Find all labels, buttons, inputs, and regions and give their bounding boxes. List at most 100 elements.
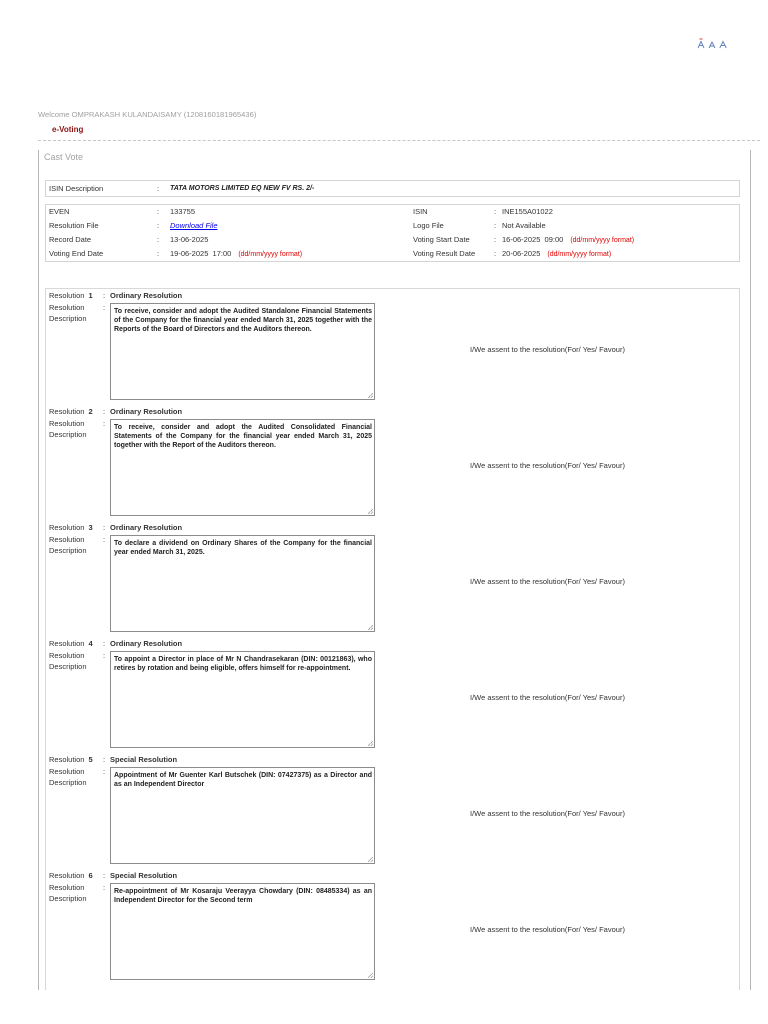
voting-start-date-value: 16-06-2025 09:00 <box>502 235 564 244</box>
isin-value: INE155A01022 <box>502 207 553 216</box>
resolution-description-textarea[interactable]: Appointment of Mr Guenter Karl Butschek … <box>110 767 375 864</box>
text-size-increase-icon[interactable] <box>719 38 727 49</box>
resolution-label-text: Resolution <box>49 871 85 880</box>
download-file-link[interactable]: Download File <box>170 219 218 233</box>
resolution-label-text: Resolution <box>49 523 85 532</box>
assent-option-label: I/We assent to the resolution(For/ Yes/ … <box>470 809 625 818</box>
isin-description-colon: : <box>157 184 160 193</box>
resolution-block: Resolution 4 : Ordinary Resolution Resolu… <box>46 639 739 755</box>
details-row: Record Date : 13-06-2025 Voting Start Da… <box>46 233 739 247</box>
even-colon: : <box>157 207 160 216</box>
isin-description-value: TATA MOTORS LIMITED EQ NEW FV RS. 2/- <box>170 185 315 192</box>
resolution-number: 4 <box>88 639 93 648</box>
resolution-number: 6 <box>88 871 93 880</box>
isin-description-box: ISIN Description : TATA MOTORS LIMITED E… <box>45 180 740 197</box>
logo-file-label: Logo File <box>413 221 444 230</box>
assent-option-label: I/We assent to the resolution(For/ Yes/ … <box>470 345 625 354</box>
resolution-type: Ordinary Resolution <box>110 407 183 416</box>
logo-file-value: Not Available <box>502 221 546 230</box>
resolution-block: Resolution 3 : Ordinary Resolution Resolu… <box>46 523 739 639</box>
assent-option-label: I/We assent to the resolution(For/ Yes/ … <box>470 925 625 934</box>
record-date-value: 13-06-2025 <box>170 235 209 244</box>
resolution-label: Resolution 6 <box>49 871 93 881</box>
resolutions-list: Resolution 1 : Ordinary Resolution Resolu… <box>45 288 740 990</box>
resolution-description-textarea[interactable]: To declare a dividend on Ordinary Shares… <box>110 535 375 632</box>
voting-start-date: 16-06-2025 09:00 (dd/mm/yyyy format) <box>502 233 634 248</box>
resolution-description-colon: : <box>103 303 106 312</box>
voting-result-date-label: Voting Result Date <box>413 249 476 258</box>
resolution-type-colon: : <box>103 639 106 648</box>
resolution-block: Resolution 5 : Special Resolution Resolut… <box>46 755 739 871</box>
isin-description-label: ISIN Description <box>49 184 104 193</box>
assent-option-label: I/We assent to the resolution(For/ Yes/ … <box>470 577 625 586</box>
resolution-type-colon: : <box>103 407 106 416</box>
resolution-description-label: Resolution Description <box>49 883 87 903</box>
resolution-description-label: Resolution Description <box>49 651 87 671</box>
resolution-label: Resolution 5 <box>49 755 93 765</box>
logo-file-colon: : <box>494 221 497 230</box>
resolution-block: Resolution 1 : Ordinary Resolution Resolu… <box>46 291 739 407</box>
resolution-type-colon: : <box>103 523 106 532</box>
resolution-number: 3 <box>88 523 93 532</box>
text-size-controls <box>697 38 727 49</box>
details-row: Voting End Date : 19-06-2025 17:00 (dd/mm… <box>46 247 739 261</box>
record-date-colon: : <box>157 235 160 244</box>
voting-end-date: 19-06-2025 17:00 (dd/mm/yyyy format) <box>170 247 302 262</box>
text-size-reset-icon[interactable] <box>708 38 716 49</box>
resolution-description-textarea[interactable]: To receive, consider and adopt the Audit… <box>110 303 375 400</box>
resolution-type: Special Resolution <box>110 755 178 764</box>
voting-end-date-colon: : <box>157 249 160 258</box>
text-size-decrease-icon[interactable] <box>697 38 705 49</box>
resolution-description-label: Resolution Description <box>49 767 87 787</box>
resolution-description-colon: : <box>103 419 106 428</box>
resolution-label: Resolution 3 <box>49 523 93 533</box>
resolution-label-text: Resolution <box>49 407 85 416</box>
resolution-description-colon: : <box>103 535 106 544</box>
date-format-note: (dd/mm/yyyy format) <box>238 251 303 258</box>
details-row: EVEN : 133755 ISIN : INE155A01022 <box>46 205 739 219</box>
resolution-type: Ordinary Resolution <box>110 639 183 648</box>
resolution-number: 5 <box>88 755 93 764</box>
resolution-number: 1 <box>88 291 93 300</box>
evoting-details-box: EVEN : 133755 ISIN : INE155A01022 Resolu… <box>45 204 740 262</box>
even-value: 133755 <box>170 207 196 216</box>
isin-colon: : <box>494 207 497 216</box>
resolution-description-textarea[interactable]: To appoint a Director in place of Mr N C… <box>110 651 375 748</box>
resolution-label-text: Resolution <box>49 639 85 648</box>
resolution-label: Resolution 4 <box>49 639 93 649</box>
resolution-type-colon: : <box>103 871 106 880</box>
resolution-number: 2 <box>88 407 93 416</box>
resolution-type: Ordinary Resolution <box>110 291 183 300</box>
resolution-description-colon: : <box>103 651 106 660</box>
resolution-description-textarea[interactable]: Re-appointment of Mr Kosaraju Veerayya C… <box>110 883 375 980</box>
resolution-description-label: Resolution Description <box>49 535 87 555</box>
resolution-label: Resolution 2 <box>49 407 93 417</box>
date-format-note: (dd/mm/yyyy format) <box>570 237 635 244</box>
resolution-type: Special Resolution <box>110 871 178 880</box>
welcome-text: Welcome OMPRAKASH KULANDAISAMY (12081601… <box>38 110 257 119</box>
voting-result-date-value: 20-06-2025 <box>502 249 541 258</box>
resolution-description-label: Resolution Description <box>49 419 87 439</box>
even-label: EVEN <box>49 207 70 216</box>
assent-option-label: I/We assent to the resolution(For/ Yes/ … <box>470 461 625 470</box>
resolution-file-colon: : <box>157 221 160 230</box>
voting-result-date: 20-06-2025 (dd/mm/yyyy format) <box>502 247 611 262</box>
resolution-label: Resolution 1 <box>49 291 93 301</box>
resolution-type-colon: : <box>103 755 106 764</box>
resolution-description-colon: : <box>103 767 106 776</box>
assent-option-label: I/We assent to the resolution(For/ Yes/ … <box>470 693 625 702</box>
resolution-block: Resolution 2 : Ordinary Resolution Resolu… <box>46 407 739 523</box>
isin-label: ISIN <box>413 207 428 216</box>
details-row: Resolution File : Download File Logo Fil… <box>46 219 739 233</box>
date-format-note: (dd/mm/yyyy format) <box>547 251 612 258</box>
resolution-label-text: Resolution <box>49 291 85 300</box>
header-divider <box>38 140 760 141</box>
record-date-label: Record Date <box>49 235 92 244</box>
resolution-label-text: Resolution <box>49 755 85 764</box>
resolution-block: Resolution 6 : Special Resolution Resolut… <box>46 871 739 987</box>
voting-end-date-value: 19-06-2025 17:00 <box>170 249 232 258</box>
resolution-description-colon: : <box>103 883 106 892</box>
voting-start-date-label: Voting Start Date <box>413 235 470 244</box>
resolution-description-textarea[interactable]: To receive, consider and adopt the Audit… <box>110 419 375 516</box>
resolution-type-colon: : <box>103 291 106 300</box>
